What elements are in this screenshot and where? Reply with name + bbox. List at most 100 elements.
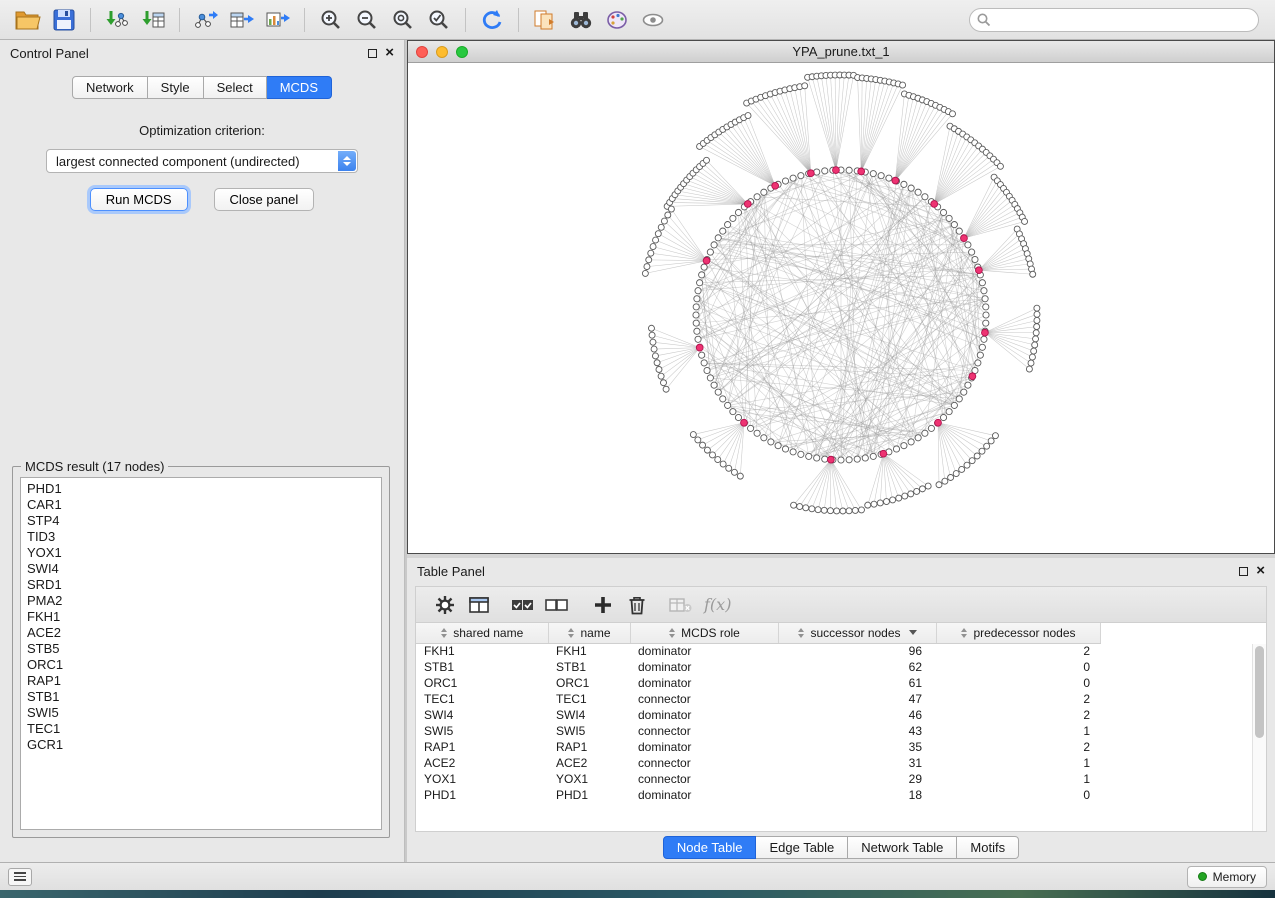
network-node[interactable] bbox=[981, 336, 987, 342]
network-node[interactable] bbox=[988, 438, 994, 444]
network-node[interactable] bbox=[695, 437, 701, 443]
column-header-successor-nodes[interactable]: successor nodes bbox=[778, 623, 936, 643]
network-node[interactable] bbox=[840, 508, 846, 514]
network-node[interactable] bbox=[737, 473, 743, 479]
dominator-node[interactable] bbox=[858, 168, 865, 175]
result-list-item[interactable]: RAP1 bbox=[27, 673, 381, 689]
network-node[interactable] bbox=[834, 508, 840, 514]
result-list-item[interactable]: PMA2 bbox=[27, 593, 381, 609]
network-node[interactable] bbox=[644, 264, 650, 270]
network-node[interactable] bbox=[650, 339, 656, 345]
column-settings-button[interactable] bbox=[430, 591, 460, 619]
network-node[interactable] bbox=[663, 386, 669, 392]
search-box[interactable] bbox=[969, 8, 1259, 32]
network-node[interactable] bbox=[660, 380, 666, 386]
network-node[interactable] bbox=[704, 157, 710, 163]
network-node[interactable] bbox=[654, 360, 660, 366]
network-node[interactable] bbox=[1030, 271, 1036, 277]
network-node[interactable] bbox=[704, 447, 710, 453]
network-node[interactable] bbox=[791, 502, 797, 508]
add-column-button[interactable] bbox=[588, 591, 618, 619]
table-row[interactable]: TEC1TEC1connector472 bbox=[416, 691, 1100, 707]
window-close-button[interactable] bbox=[416, 46, 428, 58]
network-node[interactable] bbox=[658, 224, 664, 230]
result-list-item[interactable]: SRD1 bbox=[27, 577, 381, 593]
network-node[interactable] bbox=[981, 288, 987, 294]
network-node[interactable] bbox=[1034, 324, 1040, 330]
network-node[interactable] bbox=[950, 111, 956, 117]
network-node[interactable] bbox=[883, 499, 889, 505]
network-node[interactable] bbox=[959, 466, 965, 472]
network-node[interactable] bbox=[720, 461, 726, 467]
table-row[interactable]: ORC1ORC1dominator610 bbox=[416, 675, 1100, 691]
network-node[interactable] bbox=[761, 435, 767, 441]
network-node[interactable] bbox=[862, 455, 868, 461]
status-list-button[interactable] bbox=[8, 868, 32, 886]
export-table-button[interactable] bbox=[224, 4, 260, 36]
dominator-node[interactable] bbox=[892, 177, 899, 184]
network-canvas[interactable] bbox=[408, 63, 1274, 553]
network-node[interactable] bbox=[656, 366, 662, 372]
function-builder-button[interactable]: f(x) bbox=[700, 591, 735, 619]
network-node[interactable] bbox=[814, 455, 820, 461]
network-node[interactable] bbox=[915, 189, 921, 195]
network-node[interactable] bbox=[802, 83, 808, 89]
network-node[interactable] bbox=[983, 304, 989, 310]
network-node[interactable] bbox=[720, 228, 726, 234]
network-node[interactable] bbox=[852, 507, 858, 513]
result-list-item[interactable]: YOX1 bbox=[27, 545, 381, 561]
dominator-node[interactable] bbox=[961, 235, 968, 242]
tab-network[interactable]: Network bbox=[72, 76, 148, 99]
dominator-node[interactable] bbox=[935, 419, 942, 426]
network-node[interactable] bbox=[886, 175, 892, 181]
network-node[interactable] bbox=[838, 457, 844, 463]
network-node[interactable] bbox=[1032, 342, 1038, 348]
network-node[interactable] bbox=[655, 231, 661, 237]
network-node[interactable] bbox=[668, 206, 674, 212]
network-node[interactable] bbox=[699, 272, 705, 278]
column-header-mcds-role[interactable]: MCDS role bbox=[630, 623, 778, 643]
column-header-shared-name[interactable]: shared name bbox=[416, 623, 548, 643]
network-node[interactable] bbox=[870, 171, 876, 177]
network-node[interactable] bbox=[701, 360, 707, 366]
network-node[interactable] bbox=[720, 396, 726, 402]
network-node[interactable] bbox=[700, 442, 706, 448]
criterion-dropdown[interactable]: largest connected component (undirected) bbox=[46, 149, 358, 173]
network-node[interactable] bbox=[650, 244, 656, 250]
network-node[interactable] bbox=[822, 168, 828, 174]
network-node[interactable] bbox=[642, 270, 648, 276]
result-list-item[interactable]: SWI4 bbox=[27, 561, 381, 577]
network-node[interactable] bbox=[900, 82, 906, 88]
save-session-button[interactable] bbox=[46, 4, 82, 36]
network-node[interactable] bbox=[725, 402, 731, 408]
result-list-item[interactable]: STB5 bbox=[27, 641, 381, 657]
tab-style[interactable]: Style bbox=[148, 76, 204, 99]
select-all-button[interactable] bbox=[508, 591, 538, 619]
network-node[interactable] bbox=[775, 443, 781, 449]
network-node[interactable] bbox=[693, 312, 699, 318]
export-image-button[interactable] bbox=[260, 4, 296, 36]
zoom-selected-button[interactable] bbox=[421, 4, 457, 36]
dominator-node[interactable] bbox=[807, 170, 814, 177]
network-node[interactable] bbox=[1033, 336, 1039, 342]
network-node[interactable] bbox=[701, 264, 707, 270]
table-row[interactable]: YOX1YOX1connector291 bbox=[416, 771, 1100, 787]
network-node[interactable] bbox=[846, 167, 852, 173]
network-node[interactable] bbox=[979, 280, 985, 286]
network-node[interactable] bbox=[972, 256, 978, 262]
clear-selection-button[interactable] bbox=[542, 591, 572, 619]
network-node[interactable] bbox=[821, 507, 827, 513]
network-node[interactable] bbox=[908, 439, 914, 445]
network-node[interactable] bbox=[693, 320, 699, 326]
network-node[interactable] bbox=[969, 458, 975, 464]
network-node[interactable] bbox=[946, 215, 952, 221]
dominator-node[interactable] bbox=[833, 167, 840, 174]
network-node[interactable] bbox=[815, 507, 821, 513]
network-node[interactable] bbox=[865, 502, 871, 508]
column-header-predecessor-nodes[interactable]: predecessor nodes bbox=[936, 623, 1100, 643]
network-node[interactable] bbox=[893, 446, 899, 452]
network-node[interactable] bbox=[652, 353, 658, 359]
search-input[interactable] bbox=[992, 10, 1258, 30]
export-network-button[interactable] bbox=[188, 4, 224, 36]
network-node[interactable] bbox=[948, 474, 954, 480]
